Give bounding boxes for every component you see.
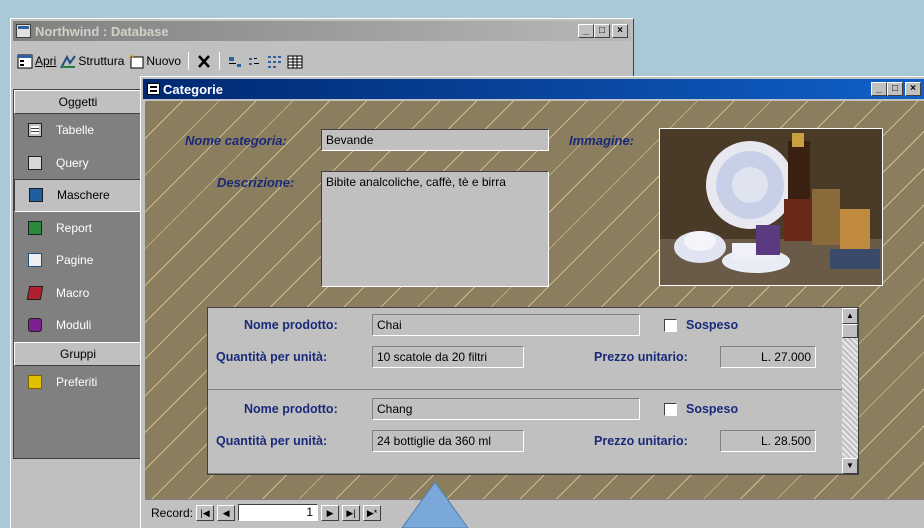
unit-price-label: Prezzo unitario: <box>594 350 688 364</box>
object-label: Tabelle <box>56 123 95 138</box>
discontinued-label: Sospeso <box>686 402 739 416</box>
record-navigation-bar: Record: |◀ ◀ 1 ▶ ▶| ▶* 8 <box>145 499 924 525</box>
object-label: Query <box>56 155 89 170</box>
current-record-input[interactable]: 1 <box>238 504 319 521</box>
object-item-queries[interactable]: Query <box>14 147 142 180</box>
details-view-icon[interactable] <box>287 54 303 69</box>
design-button[interactable]: Struttura <box>60 54 124 69</box>
design-label: Struttura <box>78 54 125 68</box>
products-subform: Nome prodotto: Chai Sospeso Quantità per… <box>207 307 859 475</box>
product-name-field[interactable]: Chang <box>372 398 640 420</box>
database-title-bar[interactable]: Northwind : Database _ □ × <box>13 21 631 41</box>
object-item-macros[interactable]: Macro <box>14 277 142 310</box>
form-title-bar[interactable]: Categorie _ □ × <box>143 79 924 99</box>
image-label: Immagine: <box>569 133 635 148</box>
form-window: Categorie _ □ × Nome categoria: Bevande … <box>140 76 924 528</box>
record-label: Record: <box>151 505 194 520</box>
new-record-button[interactable]: ▶* <box>363 504 382 521</box>
quantity-per-unit-field[interactable]: 24 bottiglie da 360 ml <box>372 430 524 452</box>
object-label: Maschere <box>57 188 110 203</box>
form-window-icon <box>147 83 160 95</box>
unit-price-field[interactable]: L. 27.000 <box>720 346 816 368</box>
maximize-button[interactable]: □ <box>594 24 610 38</box>
unit-price-label: Prezzo unitario: <box>594 434 688 448</box>
form-icon <box>29 188 43 203</box>
description-field[interactable]: Bibite analcoliche, caffè, tè e birra <box>321 171 549 287</box>
previous-record-button[interactable]: ◀ <box>217 504 236 521</box>
product-record: Nome prodotto: Chang Sospeso Quantità pe… <box>208 392 844 474</box>
object-item-modules[interactable]: Moduli <box>14 309 142 342</box>
scroll-up-button[interactable]: ▲ <box>842 308 858 324</box>
database-icon <box>16 24 31 38</box>
description-label: Descrizione: <box>217 175 295 190</box>
next-record-button[interactable]: ▶ <box>321 504 340 521</box>
large-icons-icon[interactable] <box>227 54 243 69</box>
groups-header[interactable]: Gruppi <box>14 341 142 366</box>
objects-panel: Oggetti Tabelle Query Maschere Report Pa… <box>13 89 143 459</box>
page-icon <box>28 253 42 268</box>
screen-border-left <box>0 0 10 528</box>
toolbar-separator <box>219 52 221 70</box>
screen-border-top <box>0 0 924 10</box>
close-button[interactable]: × <box>905 82 921 96</box>
small-icons-icon[interactable] <box>247 54 263 69</box>
form-body: Nome categoria: Bevande Descrizione: Bib… <box>145 101 924 499</box>
object-item-pages[interactable]: Pagine <box>14 244 142 277</box>
macro-icon <box>26 285 44 300</box>
table-icon <box>28 123 42 138</box>
database-title: Northwind : Database <box>35 23 169 39</box>
quantity-per-unit-label: Quantità per unità: <box>216 350 328 364</box>
object-label: Moduli <box>56 318 92 333</box>
object-item-forms[interactable]: Maschere <box>14 179 142 212</box>
objects-header[interactable]: Oggetti <box>14 90 142 114</box>
object-item-reports[interactable]: Report <box>14 212 142 245</box>
category-name-field[interactable]: Bevande <box>321 129 549 151</box>
category-name-label: Nome categoria: <box>185 133 287 148</box>
new-label: Nuovo <box>146 54 182 68</box>
module-icon <box>28 318 42 333</box>
scroll-thumb[interactable] <box>842 324 858 338</box>
minimize-button[interactable]: _ <box>578 24 594 38</box>
toolbar-separator <box>188 52 190 70</box>
last-record-button[interactable]: ▶| <box>342 504 361 521</box>
object-label: Pagine <box>56 253 94 268</box>
design-icon <box>60 54 77 68</box>
form-title: Categorie <box>163 81 223 97</box>
new-button[interactable]: Nuovo <box>128 53 182 69</box>
category-image[interactable] <box>659 128 883 286</box>
report-icon <box>28 220 42 235</box>
subform-scrollbar[interactable]: ▲ ▼ <box>842 308 858 474</box>
delete-icon[interactable] <box>196 54 212 69</box>
quantity-per-unit-label: Quantità per unità: <box>216 434 328 448</box>
beverages-photo-icon <box>660 129 882 285</box>
group-label: Preferiti <box>56 374 98 389</box>
product-name-label: Nome prodotto: <box>244 318 338 332</box>
product-record: Nome prodotto: Chai Sospeso Quantità per… <box>208 308 844 390</box>
pointer-arrow-icon <box>401 482 469 528</box>
open-form-icon <box>17 54 33 68</box>
close-button[interactable]: × <box>612 24 628 38</box>
minimize-button[interactable]: _ <box>871 82 887 96</box>
object-label: Macro <box>56 285 90 300</box>
discontinued-checkbox[interactable] <box>664 319 677 332</box>
open-label: Apri <box>35 54 57 68</box>
product-name-label: Nome prodotto: <box>244 402 338 416</box>
maximize-button[interactable]: □ <box>887 82 903 96</box>
new-object-icon <box>129 53 144 68</box>
quantity-per-unit-field[interactable]: 10 scatole da 20 filtri <box>372 346 524 368</box>
first-record-button[interactable]: |◀ <box>196 504 215 521</box>
list-view-icon[interactable] <box>267 54 283 69</box>
discontinued-label: Sospeso <box>686 318 739 332</box>
product-name-field[interactable]: Chai <box>372 314 640 336</box>
open-button[interactable]: Apri <box>17 54 56 69</box>
favorites-icon <box>28 374 42 389</box>
discontinued-checkbox[interactable] <box>664 403 677 416</box>
object-label: Report <box>56 220 93 235</box>
object-item-tables[interactable]: Tabelle <box>14 114 142 147</box>
query-icon <box>28 155 42 170</box>
unit-price-field[interactable]: L. 28.500 <box>720 430 816 452</box>
database-toolbar: Apri Struttura Nuovo <box>17 49 303 73</box>
scroll-down-button[interactable]: ▼ <box>842 458 858 474</box>
group-item-favorites[interactable]: Preferiti <box>14 366 142 399</box>
